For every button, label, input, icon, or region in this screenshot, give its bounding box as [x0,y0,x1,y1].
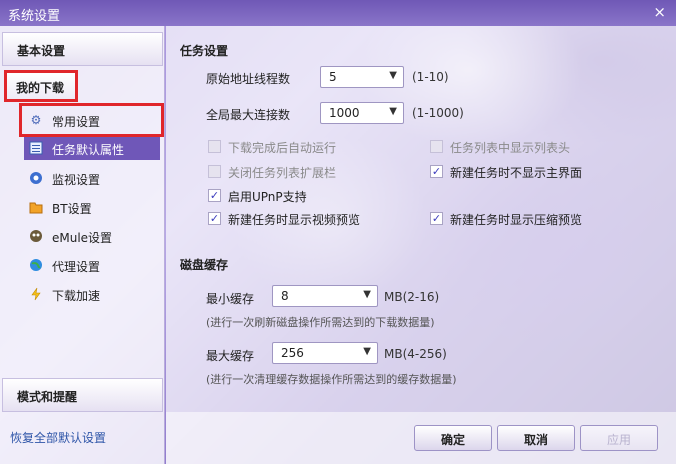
checkmark-icon: ✓ [208,212,221,225]
max-cache-label: 最大缓存 [206,349,255,363]
lightning-icon [28,286,44,302]
sidebar-item-label: 任务默认属性 [52,143,125,157]
globe-icon [28,257,44,273]
max-cache-select[interactable]: 256 ▼ [272,342,378,364]
checkbox-label: 关闭任务列表扩展栏 [228,166,337,180]
max-cache-value: 256 [281,346,304,360]
eye-icon [28,170,44,186]
sidebar-item-label: eMule设置 [52,231,113,245]
checkbox-label: 新建任务时不显示主界面 [450,166,583,180]
sidebar-item-monitor[interactable]: 监视设置 [24,166,160,190]
max-connections-label: 全局最大连接数 [206,108,291,122]
sidebar-item-task-defaults[interactable]: 任务默认属性 [24,136,160,160]
chevron-down-icon: ▼ [389,70,397,81]
checkbox-label: 启用UPnP支持 [228,190,307,204]
checkbox-label: 任务列表中显示列表头 [450,141,571,155]
sidebar-my-download[interactable]: 我的下载 [4,70,78,102]
min-cache-value: 8 [281,289,289,303]
sidebar-item-proxy[interactable]: 代理设置 [24,253,160,277]
checkbox-box [208,165,221,178]
cancel-button[interactable]: 取消 [497,425,575,451]
task-settings-title: 任务设置 [180,44,229,58]
checkmark-icon: ✓ [208,189,221,202]
chevron-down-icon: ▼ [389,106,397,117]
threads-select[interactable]: 5 ▼ [320,66,404,88]
chevron-down-icon: ▼ [363,289,371,300]
close-icon[interactable]: × [653,3,666,21]
min-cache-note: (进行一次刷新磁盘操作所需达到的下载数据量) [206,316,435,329]
disk-cache-title: 磁盘缓存 [180,258,229,272]
checkbox-label: 新建任务时显示视频预览 [228,213,361,227]
sidebar-mode-and-reminders[interactable]: 模式和提醒 [2,378,163,412]
sidebar-item-bt[interactable]: BT设置 [24,195,160,219]
checkmark-icon: ✓ [430,165,443,178]
sidebar-item-label: 监视设置 [52,173,101,187]
restore-defaults-link[interactable]: 恢复全部默认设置 [10,429,106,446]
chevron-down-icon: ▼ [363,346,371,357]
apply-button[interactable]: 应用 [580,425,658,451]
sidebar-item-emule[interactable]: eMule设置 [24,224,160,248]
min-cache-range: MB(2-16) [384,290,440,304]
highlight-outline [19,103,164,137]
sidebar-basic-settings[interactable]: 基本设置 [2,32,163,66]
threads-label: 原始地址线程数 [206,72,291,86]
threads-range: (1-10) [412,70,449,84]
max-connections-value: 1000 [329,106,360,120]
ok-button[interactable]: 确定 [414,425,492,451]
checkmark-icon: ✓ [430,212,443,225]
sidebar-item-label: 代理设置 [52,260,101,274]
max-cache-range: MB(4-256) [384,347,447,361]
max-connections-select[interactable]: 1000 ▼ [320,102,404,124]
checkbox-label: 新建任务时显示压缩预览 [450,213,583,227]
window-title: 系统设置 [8,9,61,24]
settings-content: 任务设置 原始地址线程数 5 ▼ (1-10) 全局最大连接数 1000 ▼ (… [166,26,676,464]
list-icon [28,140,44,156]
sidebar-item-label: BT设置 [52,202,92,216]
threads-value: 5 [329,70,337,84]
checkbox-box [430,140,443,153]
title-bar[interactable]: 系统设置 × [0,0,676,26]
checkbox-box [208,140,221,153]
min-cache-select[interactable]: 8 ▼ [272,285,378,307]
min-cache-label: 最小缓存 [206,292,255,306]
max-cache-note: (进行一次清理缓存数据操作所需达到的缓存数据量) [206,373,457,386]
sidebar: 基本设置 我的下载 ⚙ 常用设置 任务默认属性 监视设置 BT设置 eMule设… [0,26,165,464]
folder-icon [28,199,44,215]
max-connections-range: (1-1000) [412,106,464,120]
checkbox-label: 下载完成后自动运行 [228,141,337,155]
emule-icon [28,228,44,244]
settings-window: 系统设置 × 基本设置 我的下载 ⚙ 常用设置 任务默认属性 监视设置 BT设置 [0,0,676,464]
sidebar-item-acceleration[interactable]: 下载加速 [24,282,160,306]
sidebar-item-label: 下载加速 [52,289,101,303]
